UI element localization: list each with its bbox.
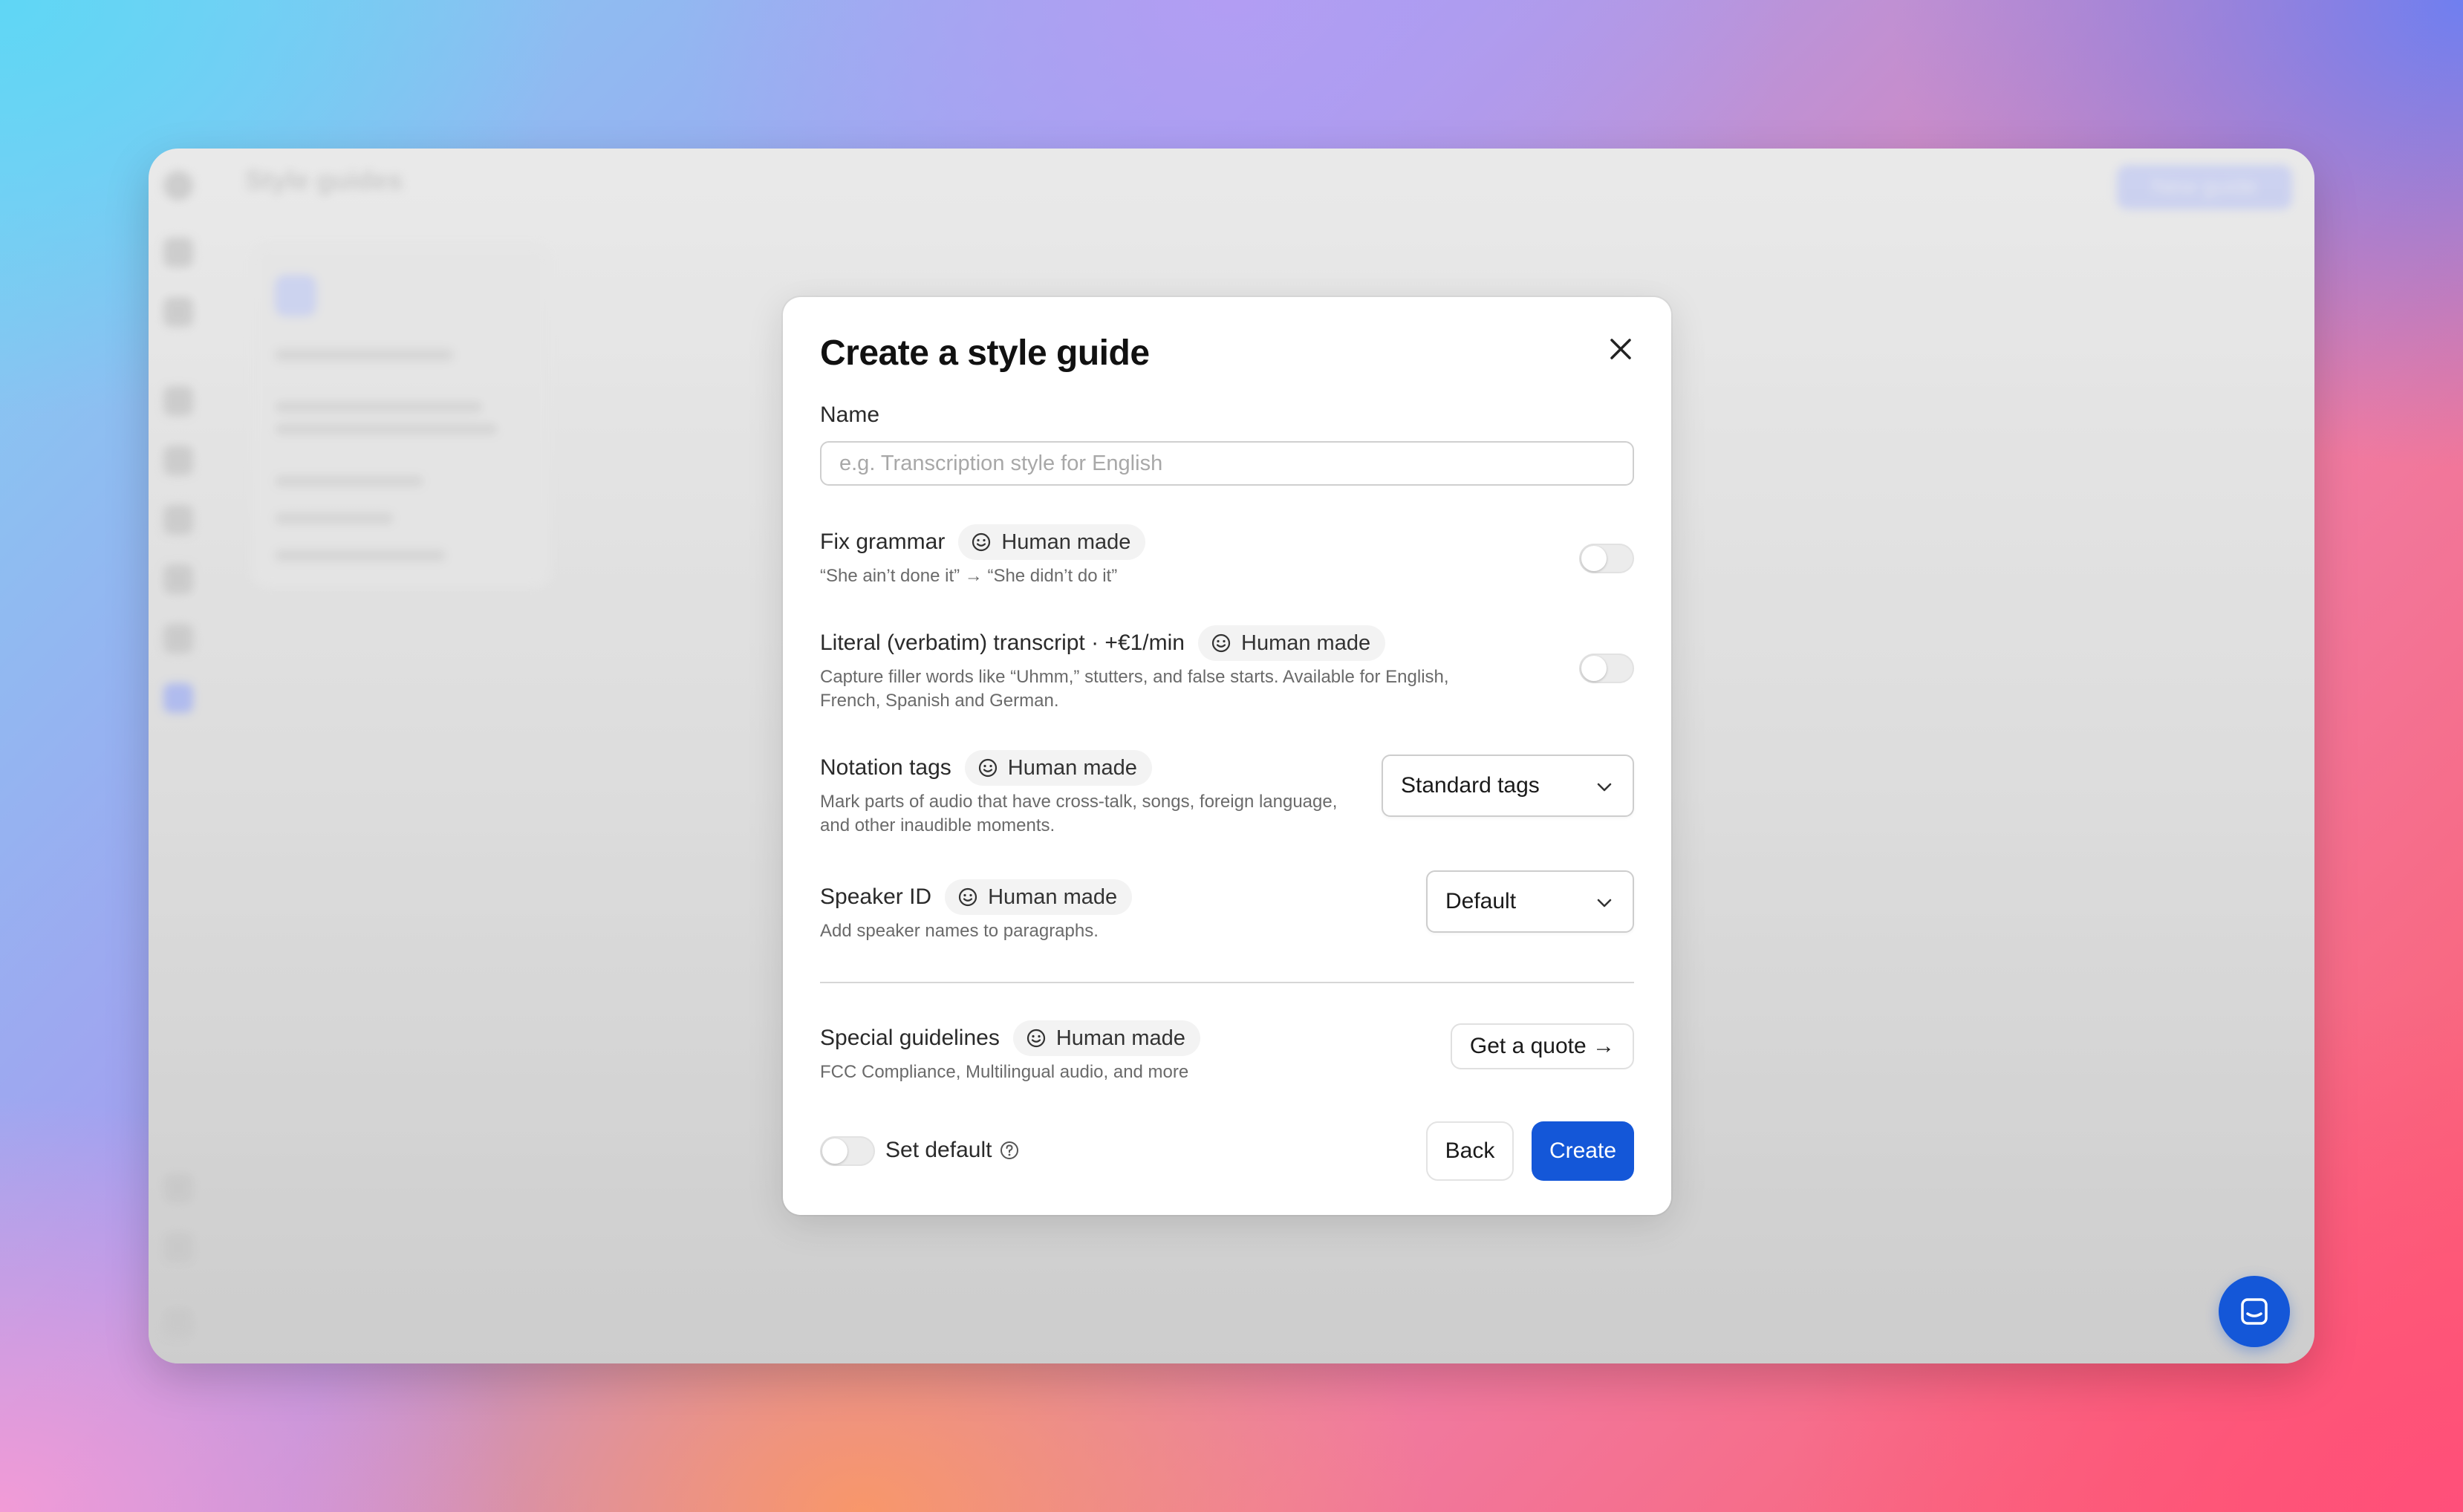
select-value: Standard tags [1401, 773, 1540, 798]
dialog-footer: Set default Back Create [820, 1121, 1634, 1181]
create-button[interactable]: Create [1532, 1121, 1634, 1181]
notation-tags-select[interactable]: Standard tags [1382, 755, 1634, 817]
badge-label: Human made [1055, 1026, 1185, 1050]
create-style-guide-dialog: Create a style guide Name Fix grammar Hu… [783, 297, 1671, 1215]
chat-icon [2241, 1298, 2268, 1325]
literal-transcript-toggle[interactable] [1579, 654, 1634, 683]
human-made-badge: Human made [1198, 625, 1386, 661]
close-icon [1610, 339, 1631, 359]
option-literal-transcript: Literal (verbatim) transcript · +€1/min … [820, 624, 1634, 713]
human-made-badge: Human made [1012, 1020, 1200, 1056]
speaker-id-select[interactable]: Default [1426, 870, 1634, 933]
option-title: Fix grammar [820, 529, 946, 554]
badge-label: Human made [1007, 755, 1137, 780]
chevron-down-icon [1597, 899, 1612, 907]
select-value: Default [1445, 889, 1517, 913]
fix-grammar-toggle[interactable] [1579, 544, 1634, 573]
option-speaker-id: Speaker ID Human made Add speaker names … [820, 870, 1634, 943]
name-label: Name [820, 403, 880, 427]
get-a-quote-button[interactable]: Get a quote → [1450, 1023, 1634, 1069]
option-description: “She ain’t done it” → “She didn’t do it” [820, 566, 1118, 586]
smiley-icon [958, 887, 977, 907]
set-default-toggle[interactable] [820, 1136, 875, 1166]
option-description: Add speaker names to paragraphs. [820, 921, 1099, 941]
smiley-icon [1026, 1029, 1045, 1048]
human-made-badge: Human made [945, 879, 1133, 915]
option-description: Capture filler words like “Uhmm,” stutte… [820, 667, 1449, 711]
chat-launcher-button[interactable] [2219, 1276, 2290, 1347]
option-description: FCC Compliance, Multilingual audio, and … [820, 1062, 1189, 1082]
toggle-knob [1581, 546, 1607, 571]
set-default-text: Set default [885, 1138, 992, 1162]
badge-label: Human made [988, 884, 1118, 909]
name-input[interactable] [820, 441, 1634, 486]
dialog-title: Create a style guide [820, 333, 1150, 373]
smiley-icon [972, 532, 991, 552]
divider [820, 982, 1634, 983]
badge-label: Human made [1001, 529, 1131, 554]
option-title: Special guidelines [820, 1026, 1000, 1050]
smiley-icon [1211, 633, 1231, 653]
question-circle-icon[interactable] [999, 1140, 1020, 1161]
human-made-badge: Human made [958, 524, 1146, 560]
toggle-knob [1581, 656, 1607, 681]
option-title: Literal (verbatim) transcript · +€1/min [820, 630, 1185, 655]
option-notation-tags: Notation tags Human made Mark parts of a… [820, 749, 1634, 838]
close-button[interactable] [1603, 331, 1639, 367]
back-button[interactable]: Back [1426, 1121, 1514, 1181]
chevron-down-icon [1597, 783, 1612, 792]
option-title: Speaker ID [820, 884, 932, 909]
option-special-guidelines: Special guidelines Human made FCC Compli… [820, 1019, 1634, 1084]
smiley-icon [978, 758, 997, 778]
option-description: Mark parts of audio that have cross-talk… [820, 792, 1338, 835]
badge-label: Human made [1241, 630, 1371, 655]
human-made-badge: Human made [964, 750, 1152, 786]
toggle-knob [822, 1138, 847, 1164]
set-default-label: Set default [885, 1138, 1020, 1163]
option-title: Notation tags [820, 755, 951, 780]
option-fix-grammar: Fix grammar Human made “She ain’t done i… [820, 523, 1634, 588]
